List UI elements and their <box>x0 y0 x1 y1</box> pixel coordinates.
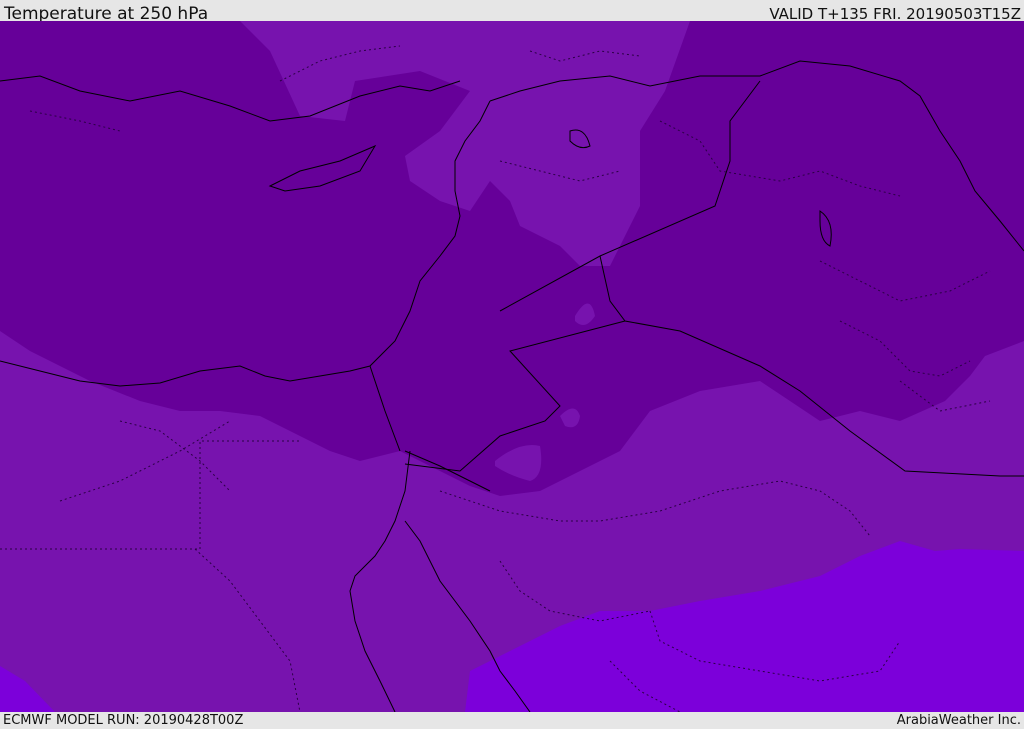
footer-bar: ECMWF MODEL RUN: 20190428T00Z ArabiaWeat… <box>0 712 1024 729</box>
credit-label: ArabiaWeather Inc. <box>896 713 1021 728</box>
model-run-label: ECMWF MODEL RUN: 20190428T00Z <box>3 713 244 728</box>
temperature-map <box>0 21 1024 712</box>
valid-time-label: VALID T+135 FRI. 20190503T15Z <box>769 5 1021 21</box>
map-title: Temperature at 250 hPa <box>4 4 209 21</box>
title-bar: Temperature at 250 hPa VALID T+135 FRI. … <box>0 0 1024 21</box>
weather-map-window: Temperature at 250 hPa VALID T+135 FRI. … <box>0 0 1024 729</box>
